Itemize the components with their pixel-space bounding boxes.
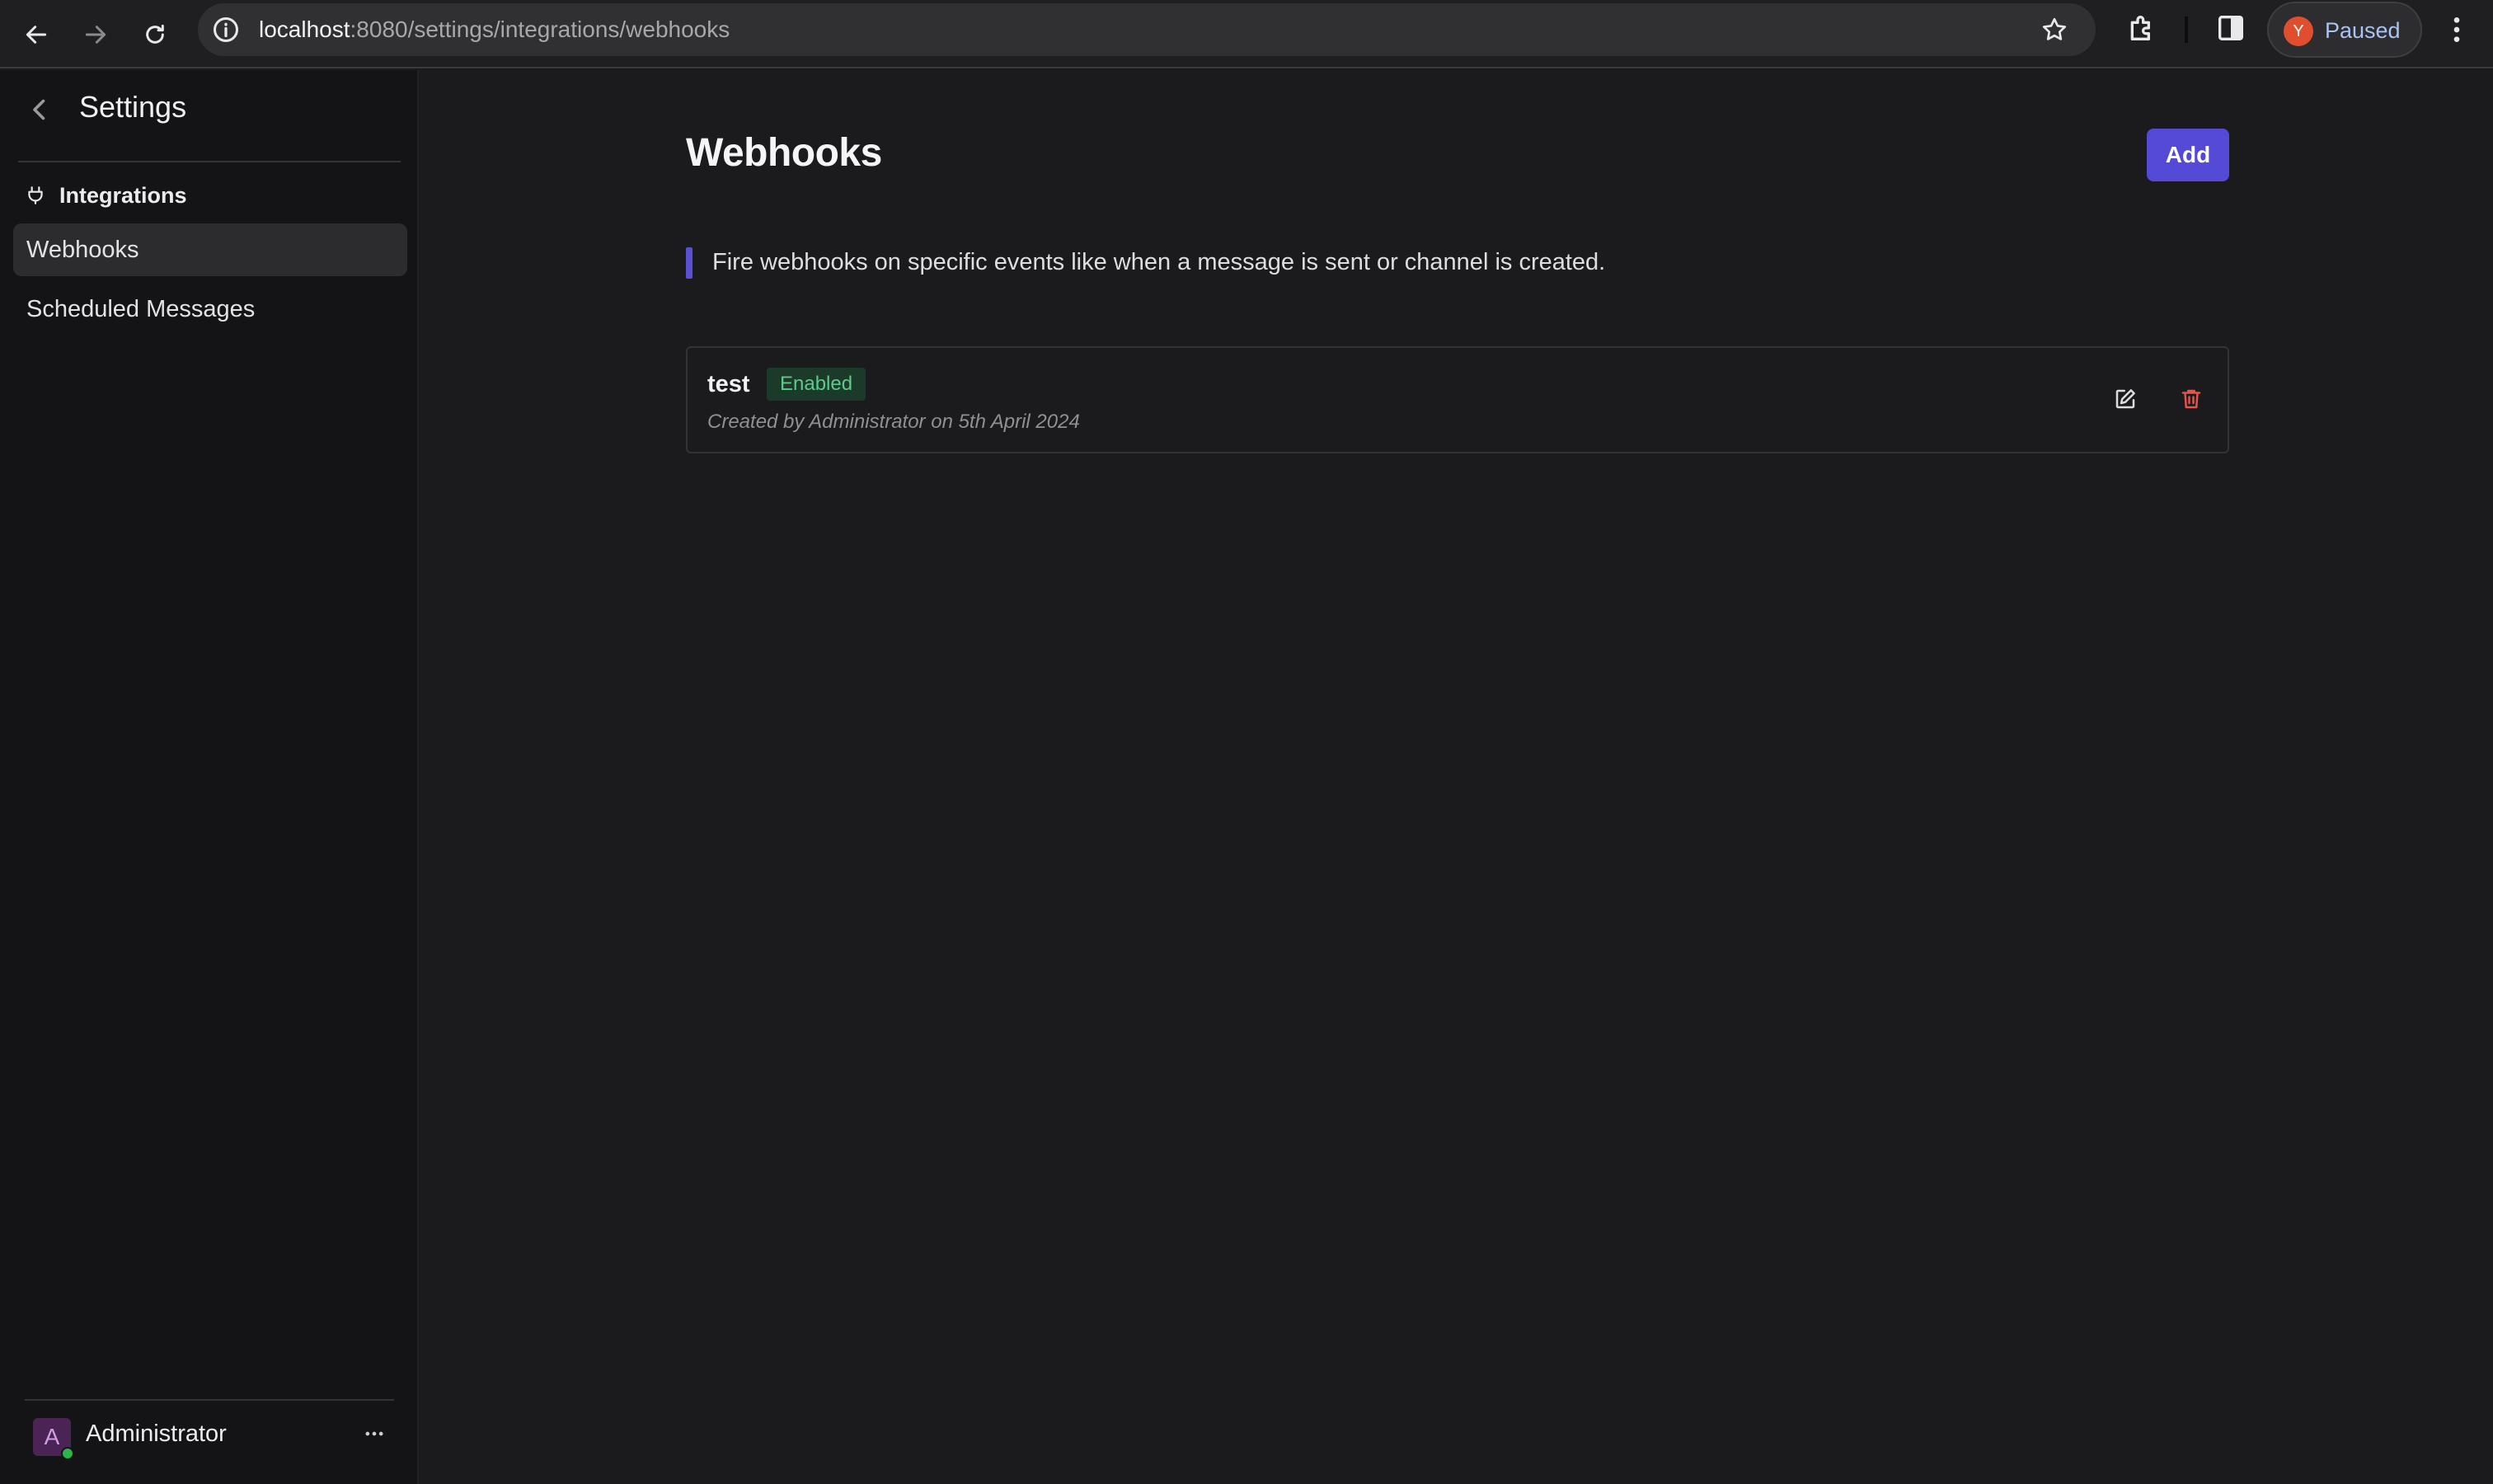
settings-sidebar: Settings Integrations Webhooks Scheduled…	[0, 70, 419, 1484]
browser-toolbar: localhost:8080/settings/integrations/web…	[0, 0, 2493, 68]
page-title: Webhooks	[686, 131, 882, 175]
sidebar-footer-divider	[25, 1399, 394, 1401]
sidebar-title: Settings	[79, 90, 187, 124]
add-webhook-button[interactable]: Add	[2147, 129, 2229, 181]
forward-button[interactable]	[71, 10, 120, 59]
sidebar-item-webhooks[interactable]: Webhooks	[13, 223, 407, 276]
arrow-back-icon	[26, 26, 47, 44]
url-host: localhost	[259, 16, 350, 42]
toolbar-separator	[2185, 16, 2188, 43]
side-panel-icon[interactable]	[2214, 12, 2247, 45]
address-bar[interactable]: localhost:8080/settings/integrations/web…	[198, 3, 2096, 56]
trash-icon	[2181, 389, 2201, 409]
sidebar-group-label: Integrations	[59, 182, 187, 208]
sidebar-divider	[18, 161, 401, 162]
page-description: Fire webhooks on specific events like wh…	[712, 249, 1606, 275]
edit-icon	[2115, 389, 2135, 409]
profile-status: Paused	[2325, 18, 2401, 43]
webhook-meta: Created by Administrator on 5th April 20…	[707, 411, 1080, 433]
user-name[interactable]: Administrator	[86, 1421, 227, 1448]
profile-button[interactable]: Y Paused	[2267, 2, 2422, 58]
info-icon[interactable]	[211, 15, 241, 45]
profile-avatar: Y	[2284, 16, 2313, 46]
ellipsis-icon[interactable]	[363, 1422, 386, 1445]
edit-webhook-button[interactable]	[2109, 383, 2142, 416]
back-button[interactable]	[12, 10, 61, 59]
online-status-indicator	[61, 1447, 74, 1460]
reload-button[interactable]	[130, 10, 180, 59]
chevron-left-icon[interactable]	[25, 95, 54, 124]
plug-icon	[28, 186, 43, 204]
webhook-list-item[interactable]: test Enabled Created by Administrator on…	[686, 346, 2229, 453]
status-badge: Enabled	[767, 368, 866, 401]
kebab-menu-icon[interactable]	[2440, 10, 2473, 49]
sidebar-item-scheduled-messages[interactable]: Scheduled Messages	[13, 283, 407, 336]
url-path: :8080/settings/integrations/webhooks	[350, 16, 730, 42]
sidebar-group-integrations: Integrations	[25, 179, 187, 212]
extensions-icon[interactable]	[2125, 12, 2158, 45]
star-icon[interactable]	[2040, 15, 2069, 45]
reload-icon	[146, 24, 164, 44]
url-text[interactable]: localhost:8080/settings/integrations/web…	[259, 3, 730, 56]
description-accent-bar	[686, 247, 692, 279]
delete-webhook-button[interactable]	[2175, 383, 2208, 416]
webhook-name: test	[707, 371, 750, 397]
arrow-forward-icon	[85, 26, 106, 44]
